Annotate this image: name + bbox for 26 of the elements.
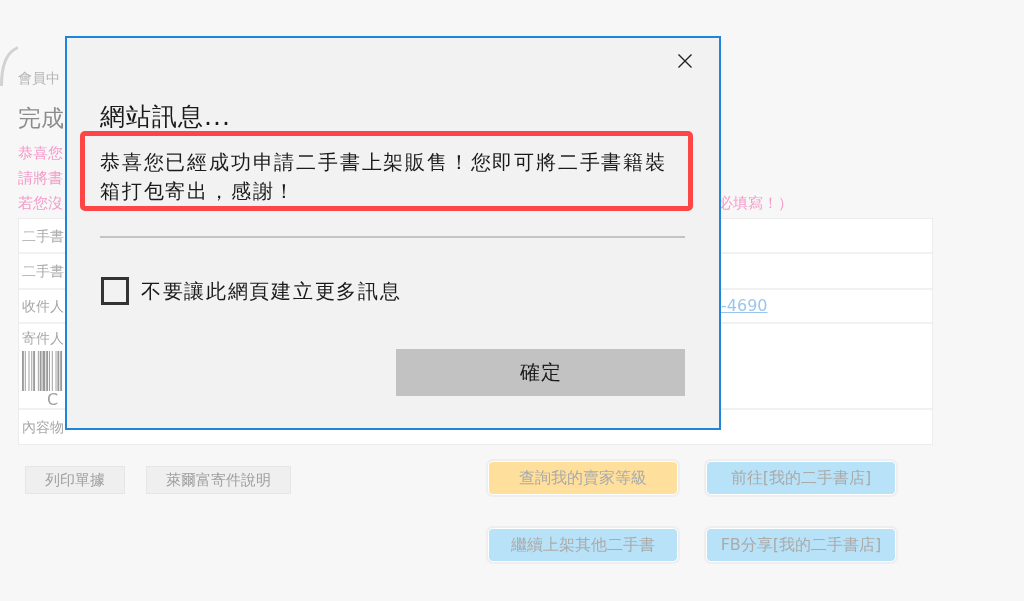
- barcode-icon: [22, 351, 63, 391]
- notice-text: 若您沒: [18, 193, 63, 212]
- arc-icon: [0, 46, 18, 86]
- page-heading: 完成: [18, 104, 64, 132]
- notice-text: 請將書: [18, 168, 63, 187]
- field-label: 寄件人: [22, 330, 64, 346]
- breadcrumb: 會員中: [18, 70, 60, 86]
- message-text: 恭喜您已經成功申請二手書上架販售！您即可將二手書籍裝箱打包寄出，感謝！: [100, 149, 668, 205]
- ok-button[interactable]: 確定: [396, 349, 685, 396]
- checkbox-label: 不要讓此網頁建立更多訊息: [141, 279, 402, 303]
- notice-text: 恭喜您: [18, 143, 63, 162]
- barcode-code: C: [47, 391, 59, 409]
- close-icon[interactable]: [678, 54, 692, 68]
- checkbox[interactable]: [101, 277, 129, 305]
- action-button[interactable]: 查詢我的賣家等級: [488, 461, 678, 495]
- action-button[interactable]: 繼續上架其他二手書: [488, 528, 678, 562]
- action-button[interactable]: 前往[我的二手書店]: [706, 461, 896, 495]
- dialog-title: 網站訊息...: [100, 103, 231, 131]
- phone-link[interactable]: -4690: [719, 297, 768, 315]
- field-label: 內容物: [22, 419, 64, 435]
- page-button[interactable]: 列印單據: [25, 466, 125, 494]
- field-label: 二手書: [22, 227, 64, 244]
- page-button[interactable]: 萊爾富寄件說明: [146, 466, 291, 494]
- field-label: 收件人: [22, 298, 64, 314]
- field-label: 二手書: [22, 263, 64, 279]
- action-button[interactable]: FB分享[我的二手書店]: [706, 528, 896, 562]
